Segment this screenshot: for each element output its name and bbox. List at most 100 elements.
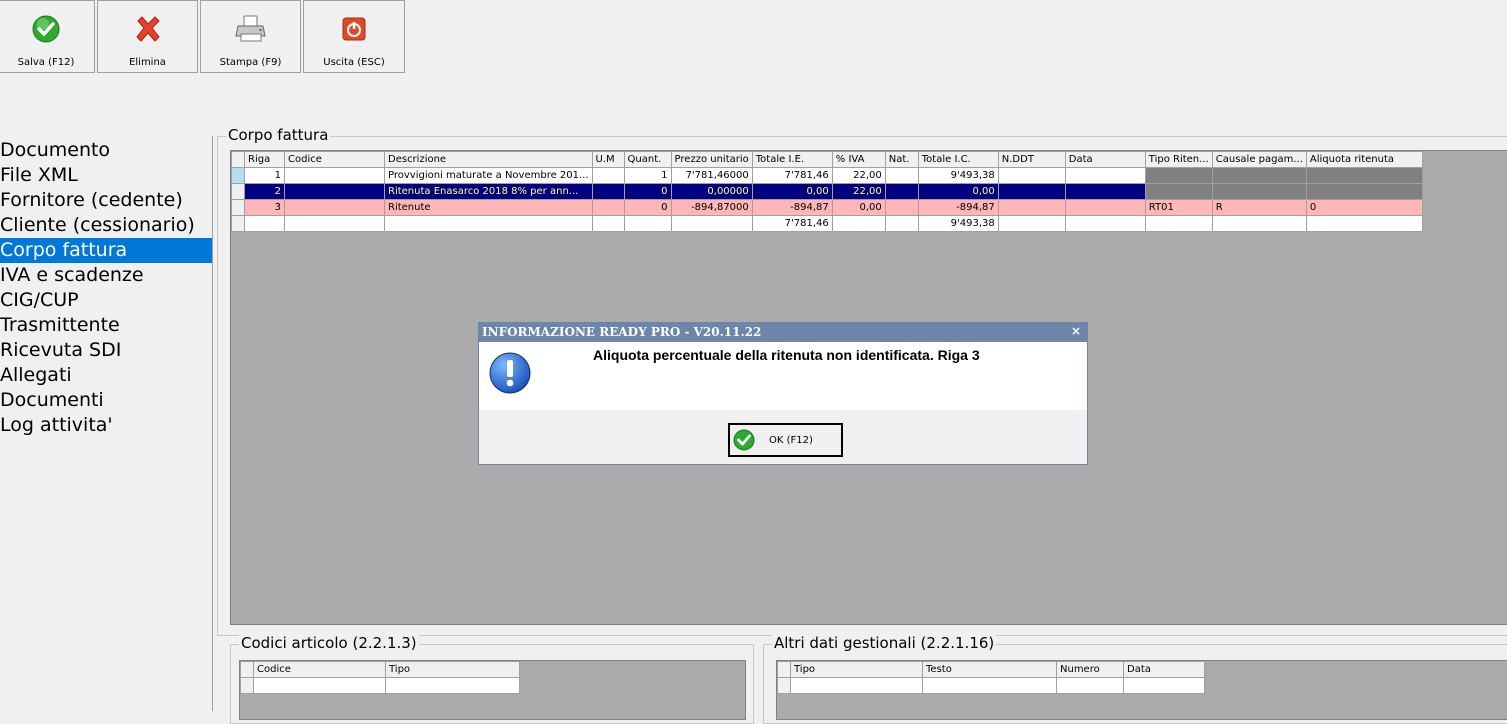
- save-label: Salva (F12): [17, 57, 75, 68]
- close-icon[interactable]: ×: [1071, 324, 1081, 338]
- cell-quant[interactable]: 1: [623, 167, 672, 184]
- column-header[interactable]: Quant.: [623, 151, 672, 168]
- cell-descrizione[interactable]: Provvigioni maturate a Novembre 201...: [384, 167, 593, 184]
- nav-item-file-xml[interactable]: File XML: [0, 163, 212, 188]
- cell-aliquota[interactable]: [1305, 183, 1423, 200]
- cell-riga[interactable]: 3: [244, 199, 285, 216]
- cell-nat[interactable]: [884, 199, 919, 216]
- cell-quant[interactable]: 0: [623, 183, 672, 200]
- exit-button[interactable]: Uscita (ESC): [303, 0, 405, 73]
- cell-codice[interactable]: [284, 199, 385, 216]
- cell-causale[interactable]: [1211, 167, 1307, 184]
- nav-item-iva-scadenze[interactable]: IVA e scadenze: [0, 263, 212, 288]
- nav-item-cig-cup[interactable]: CIG/CUP: [0, 288, 212, 313]
- codici-articolo-grid[interactable]: Codice Tipo: [239, 660, 746, 720]
- cell-quant[interactable]: 0: [623, 199, 672, 216]
- cell-totale-ie[interactable]: 7'781,46: [751, 167, 833, 184]
- cell-nddt[interactable]: [997, 183, 1066, 200]
- cell-prezzo[interactable]: 7'781,46000: [670, 167, 753, 184]
- header-indicator: [777, 661, 791, 678]
- table-row[interactable]: [240, 677, 520, 694]
- save-button[interactable]: Salva (F12): [0, 0, 95, 73]
- nav-item-documenti[interactable]: Documenti: [0, 388, 212, 413]
- nav-item-documento[interactable]: Documento: [0, 138, 212, 163]
- cell-causale[interactable]: R: [1211, 199, 1307, 216]
- nav-item-allegati[interactable]: Allegati: [0, 363, 212, 388]
- print-button[interactable]: Stampa (F9): [200, 0, 301, 73]
- cell-totale-ic[interactable]: 0,00: [917, 183, 999, 200]
- cell-nat[interactable]: [884, 167, 919, 184]
- printer-icon: [234, 13, 267, 45]
- cell-um[interactable]: [591, 199, 625, 216]
- column-header[interactable]: Codice: [253, 661, 386, 678]
- cell-descrizione[interactable]: Ritenuta Enasarco 2018 8% per ann...: [384, 183, 593, 200]
- nav-item-corpo-fattura[interactable]: Corpo fattura: [0, 238, 212, 263]
- check-icon: [733, 429, 755, 451]
- column-header[interactable]: % IVA: [831, 151, 886, 168]
- table-row[interactable]: 1 Provvigioni maturate a Novembre 201...…: [231, 167, 1423, 184]
- column-header[interactable]: Codice: [284, 151, 385, 168]
- ok-button[interactable]: OK (F12): [728, 423, 843, 457]
- cell-nddt[interactable]: [997, 167, 1066, 184]
- cell-totale-ie[interactable]: 0,00: [751, 183, 833, 200]
- row-indicator: [231, 167, 245, 184]
- table-header-row: Tipo Testo Numero Data: [777, 661, 1205, 678]
- cell-descrizione[interactable]: Ritenute: [384, 199, 593, 216]
- column-header[interactable]: Data: [1123, 661, 1205, 678]
- cell-iva[interactable]: 0,00: [831, 199, 886, 216]
- column-header[interactable]: Prezzo unitario: [670, 151, 753, 168]
- table-header-row: Riga Codice Descrizione U.M Quant. Prezz…: [231, 151, 1423, 168]
- column-header[interactable]: Descrizione: [384, 151, 593, 168]
- column-header[interactable]: Riga: [244, 151, 285, 168]
- cell-tipo-ritenuta[interactable]: RT01: [1144, 199, 1213, 216]
- table-row-error[interactable]: 3 Ritenute 0 -894,87000 -894,87 0,00 -89…: [231, 199, 1423, 216]
- column-header[interactable]: Tipo: [385, 661, 520, 678]
- cell-data[interactable]: [1064, 199, 1146, 216]
- column-header[interactable]: Nat.: [884, 151, 919, 168]
- cell-tipo-ritenuta[interactable]: [1144, 183, 1213, 200]
- cell-data[interactable]: [1064, 183, 1146, 200]
- cell-aliquota[interactable]: [1305, 167, 1423, 184]
- column-header[interactable]: Testo: [922, 661, 1057, 678]
- column-header[interactable]: Totale I.E.: [751, 151, 833, 168]
- cell-totale-ic[interactable]: 9'493,38: [917, 167, 999, 184]
- total-ic: 9'493,38: [917, 215, 999, 232]
- column-header[interactable]: Causale pagam...: [1211, 151, 1307, 168]
- cell-iva[interactable]: 22,00: [831, 167, 886, 184]
- cell-data[interactable]: [1064, 167, 1146, 184]
- table-row[interactable]: [777, 677, 1205, 694]
- cell-aliquota[interactable]: 0: [1305, 199, 1423, 216]
- cell-tipo-ritenuta[interactable]: [1144, 167, 1213, 184]
- cell-riga[interactable]: 2: [244, 183, 285, 200]
- column-header[interactable]: Totale I.C.: [917, 151, 999, 168]
- nav-item-log-attivita[interactable]: Log attivita': [0, 413, 212, 438]
- delete-button[interactable]: Elimina: [97, 0, 198, 73]
- cell-totale-ie[interactable]: -894,87: [751, 199, 833, 216]
- exclamation-icon: [489, 352, 531, 397]
- cell-codice[interactable]: [284, 167, 385, 184]
- column-header[interactable]: N.DDT: [997, 151, 1066, 168]
- column-header[interactable]: Numero: [1056, 661, 1124, 678]
- cell-nat[interactable]: [884, 183, 919, 200]
- cell-totale-ic[interactable]: -894,87: [917, 199, 999, 216]
- column-header[interactable]: U.M: [591, 151, 625, 168]
- cell-riga[interactable]: 1: [244, 167, 285, 184]
- nav-item-cliente[interactable]: Cliente (cessionario): [0, 213, 212, 238]
- nav-item-ricevuta-sdi[interactable]: Ricevuta SDI: [0, 338, 212, 363]
- cell-causale[interactable]: [1211, 183, 1307, 200]
- cell-codice[interactable]: [284, 183, 385, 200]
- cell-prezzo[interactable]: -894,87000: [670, 199, 753, 216]
- column-header[interactable]: Tipo: [790, 661, 923, 678]
- nav-item-trasmittente[interactable]: Trasmittente: [0, 313, 212, 338]
- table-row-selected[interactable]: 2 Ritenuta Enasarco 2018 8% per ann... 0…: [231, 183, 1423, 200]
- cell-nddt[interactable]: [997, 199, 1066, 216]
- cell-iva[interactable]: 22,00: [831, 183, 886, 200]
- cell-um[interactable]: [591, 167, 625, 184]
- cell-um[interactable]: [591, 183, 625, 200]
- column-header[interactable]: Data: [1064, 151, 1146, 168]
- altri-dati-grid[interactable]: Tipo Testo Numero Data: [776, 660, 1507, 720]
- cell-prezzo[interactable]: 0,00000: [670, 183, 753, 200]
- column-header[interactable]: Aliquota ritenuta: [1305, 151, 1423, 168]
- nav-item-fornitore[interactable]: Fornitore (cedente): [0, 188, 212, 213]
- column-header[interactable]: Tipo Riten...: [1144, 151, 1213, 168]
